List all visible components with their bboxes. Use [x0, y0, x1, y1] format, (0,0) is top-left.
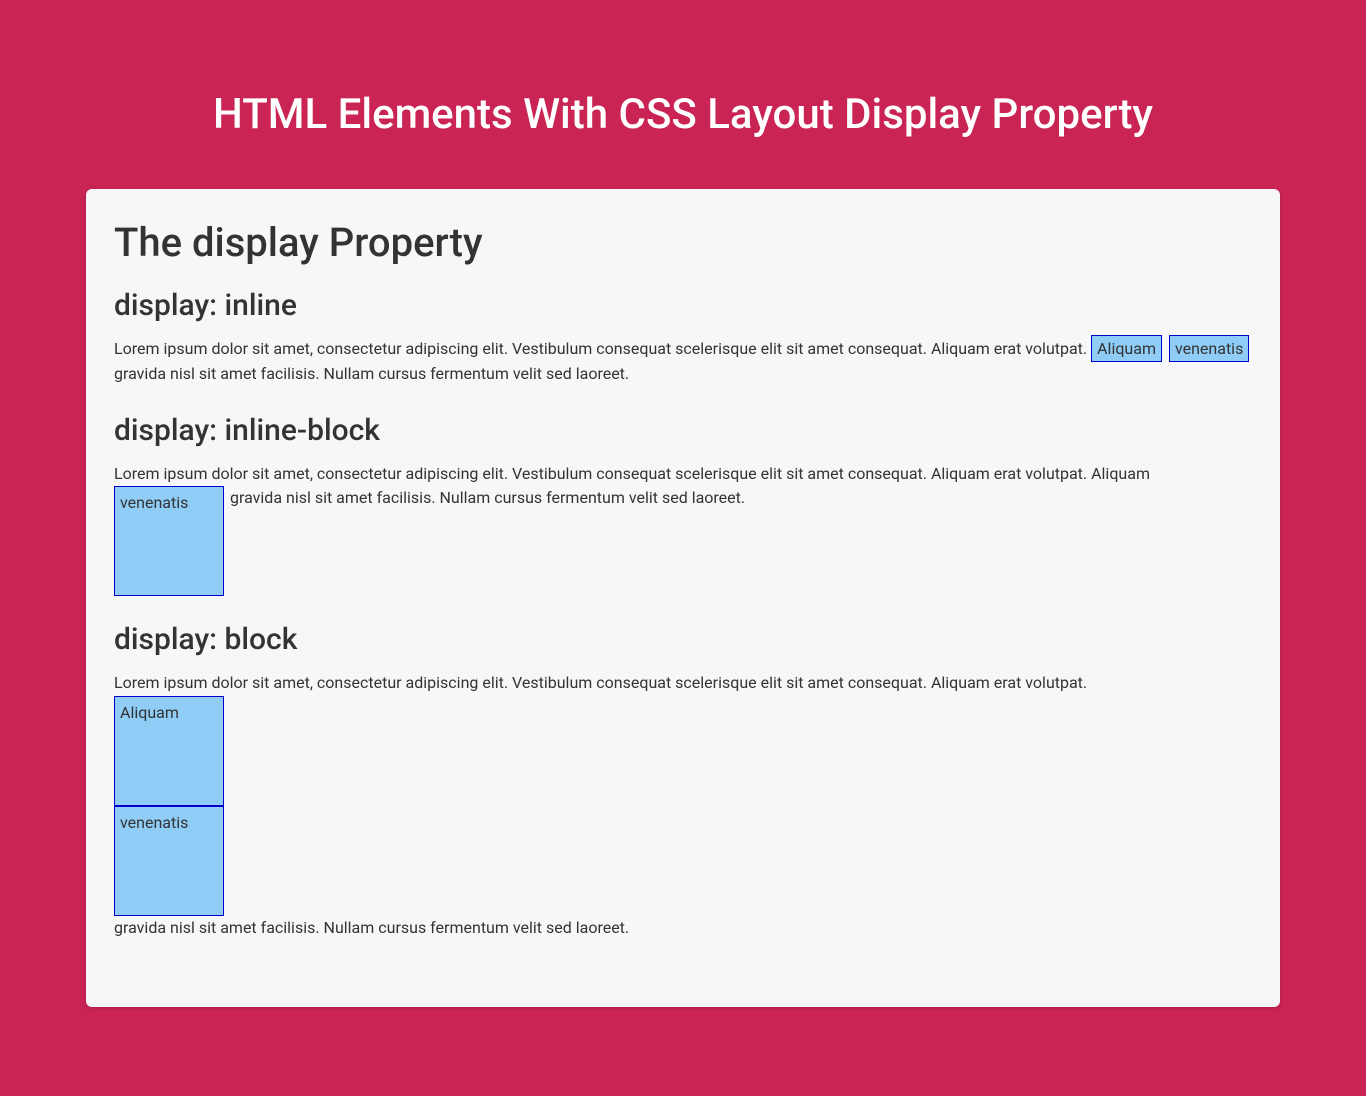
section-inline-block: display: inline-block Lorem ipsum dolor … [114, 413, 1252, 597]
inline-box-2: venenatis [1169, 335, 1249, 362]
section-inline-heading: display: inline [114, 288, 1252, 323]
inline-block-text-after: gravida nisl sit amet facilisis. Nullam … [230, 488, 745, 507]
card-heading: The display Property [114, 219, 1252, 266]
block-box-1: Aliquam [114, 696, 224, 806]
section-inline: display: inline Lorem ipsum dolor sit am… [114, 288, 1252, 387]
inline-text-after: gravida nisl sit amet facilisis. Nullam … [114, 364, 629, 383]
inline-block-box-1: venenatis [114, 486, 224, 596]
inline-block-text-before: Lorem ipsum dolor sit amet, consectetur … [114, 464, 1150, 483]
section-block-paragraph: Lorem ipsum dolor sit amet, consectetur … [114, 671, 1252, 941]
content-card: The display Property display: inline Lor… [86, 189, 1280, 1007]
inline-box-1: Aliquam [1091, 335, 1162, 362]
section-inline-block-paragraph: Lorem ipsum dolor sit amet, consectetur … [114, 462, 1252, 597]
block-text-before: Lorem ipsum dolor sit amet, consectetur … [114, 673, 1087, 692]
section-block-heading: display: block [114, 622, 1252, 657]
page-title: HTML Elements With CSS Layout Display Pr… [0, 0, 1366, 189]
section-inline-block-heading: display: inline-block [114, 413, 1252, 448]
section-inline-paragraph: Lorem ipsum dolor sit amet, consectetur … [114, 337, 1252, 387]
section-block: display: block Lorem ipsum dolor sit ame… [114, 622, 1252, 941]
block-box-2: venenatis [114, 806, 224, 916]
inline-text-before: Lorem ipsum dolor sit amet, consectetur … [114, 339, 1091, 358]
block-text-after: gravida nisl sit amet facilisis. Nullam … [114, 918, 629, 937]
